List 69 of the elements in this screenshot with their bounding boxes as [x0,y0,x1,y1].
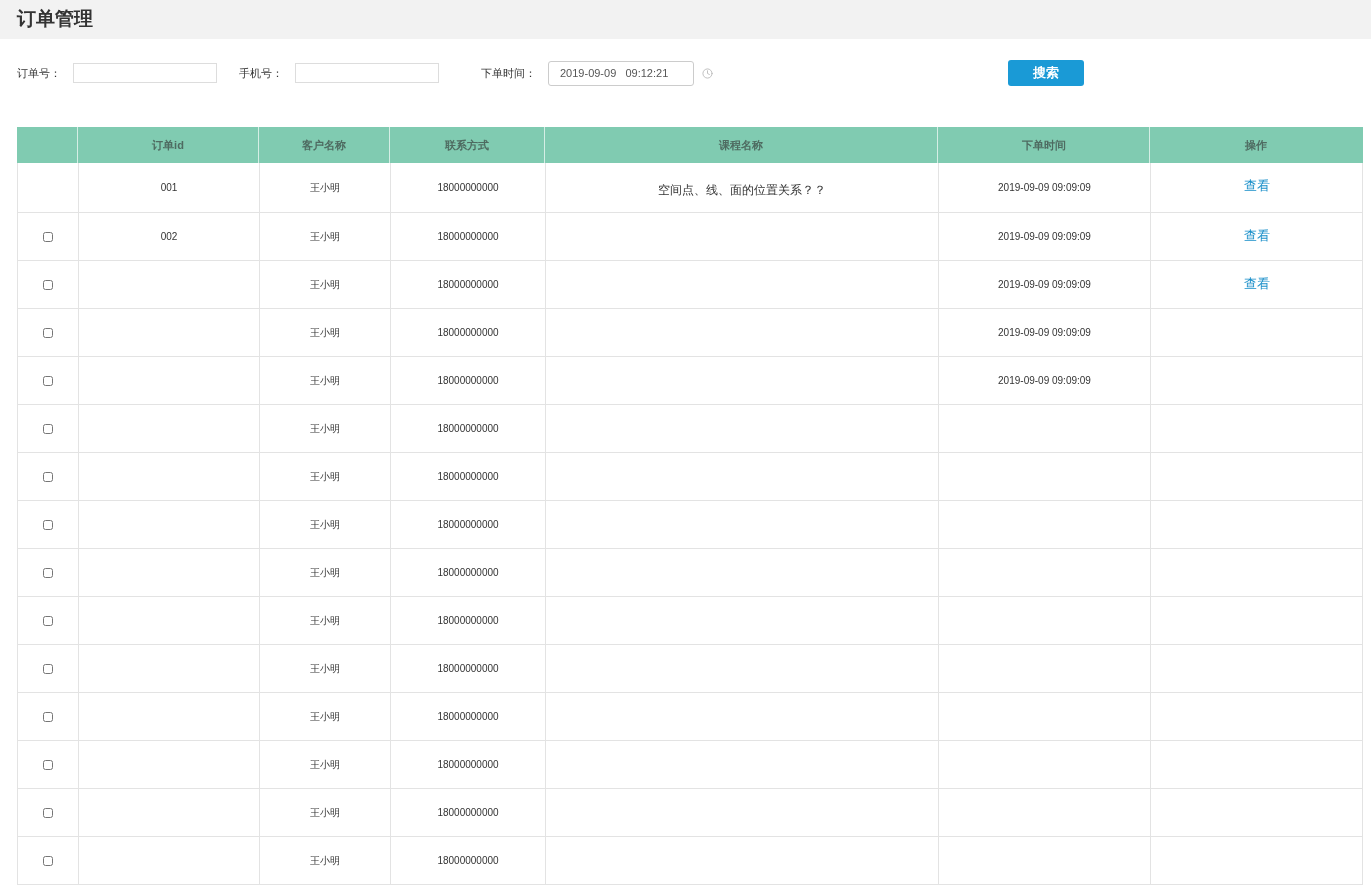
view-link[interactable]: 查看 [1244,226,1270,246]
table-cell-text: 王小明 [310,614,340,628]
column-header: 课程名称 [719,137,763,153]
column-header: 下单时间 [1021,137,1066,153]
table-cell-text: 18000000000 [437,422,499,436]
search-button[interactable]: 搜索 [1008,60,1084,86]
row-checkbox[interactable] [43,231,53,242]
row-checkbox[interactable] [43,375,53,386]
table-cell-text: 王小明 [310,181,340,195]
table-cell-text: 2019-09-09 09:09:09 [998,326,1091,340]
table-cell-text: 王小明 [310,518,340,532]
table-cell-text: 18000000000 [437,662,499,676]
table-cell-text: 王小明 [310,710,340,724]
table-cell-text: 2019-09-09 09:09:09 [998,278,1091,292]
page-title: 订单管理 [17,7,93,32]
input-field[interactable] [73,63,217,83]
row-checkbox[interactable] [43,423,53,434]
table-cell-text: 18000000000 [437,230,499,244]
table-cell-text: 18000000000 [437,278,499,292]
table-cell-text: 2019-09-09 09:09:09 [998,230,1091,244]
table-cell-text: 002 [160,230,178,244]
datetime-field[interactable]: 2019-09-09 09:12:21 [548,60,694,86]
table-cell-text: 王小明 [310,278,340,292]
column-header: 订单id [152,137,184,153]
column-header: 联系方式 [445,137,489,153]
table-cell-text: 18000000000 [437,470,499,484]
column-header: 客户名称 [302,137,346,153]
table-cell-text: 18000000000 [437,806,499,820]
row-checkbox[interactable] [43,279,53,290]
table-cell-text: 王小明 [310,566,340,580]
table-cell-text: 王小明 [310,758,340,772]
table-cell-text: 18000000000 [437,518,499,532]
column-header: 操作 [1245,137,1267,153]
filter-label: 订单号： [17,65,61,81]
table-cell-text: 18000000000 [437,326,499,340]
row-checkbox[interactable] [43,663,53,674]
table-cell-text: 2019-09-09 09:09:09 [998,181,1091,195]
row-checkbox[interactable] [43,855,53,866]
table-cell-text: 王小明 [310,326,340,340]
table-cell-text: 王小明 [310,806,340,820]
row-checkbox[interactable] [43,759,53,770]
row-checkbox[interactable] [43,327,53,338]
table-cell-text: 王小明 [310,662,340,676]
table-cell-text: 18000000000 [437,710,499,724]
view-link[interactable]: 查看 [1244,274,1270,294]
row-checkbox[interactable] [43,519,53,530]
table-cell-text: 王小明 [310,230,340,244]
row-checkbox[interactable] [43,567,53,578]
table-cell-text: 18000000000 [437,374,499,388]
table-cell-text: 001 [160,181,178,195]
table-cell-text: 空间点、线、面的位置关系？？ [658,181,826,199]
table-cell-text: 18000000000 [437,181,499,195]
table-cell-text: 18000000000 [437,854,499,868]
table-cell-text: 王小明 [310,854,340,868]
view-link[interactable]: 查看 [1244,176,1270,196]
table-cell-text: 18000000000 [437,566,499,580]
table-cell-text: 18000000000 [437,614,499,628]
table-cell-text: 王小明 [310,470,340,484]
table-cell-text: 18000000000 [437,758,499,772]
filter-label: 下单时间： [481,65,536,81]
table-cell-text: 王小明 [310,374,340,388]
row-checkbox[interactable] [43,807,53,818]
table-cell-text: 王小明 [310,422,340,436]
filter-label: 手机号： [239,65,283,81]
row-checkbox[interactable] [43,471,53,482]
row-checkbox[interactable] [43,711,53,722]
row-checkbox[interactable] [43,615,53,626]
input-field[interactable] [295,63,439,83]
table-cell-text: 2019-09-09 09:09:09 [998,374,1091,388]
